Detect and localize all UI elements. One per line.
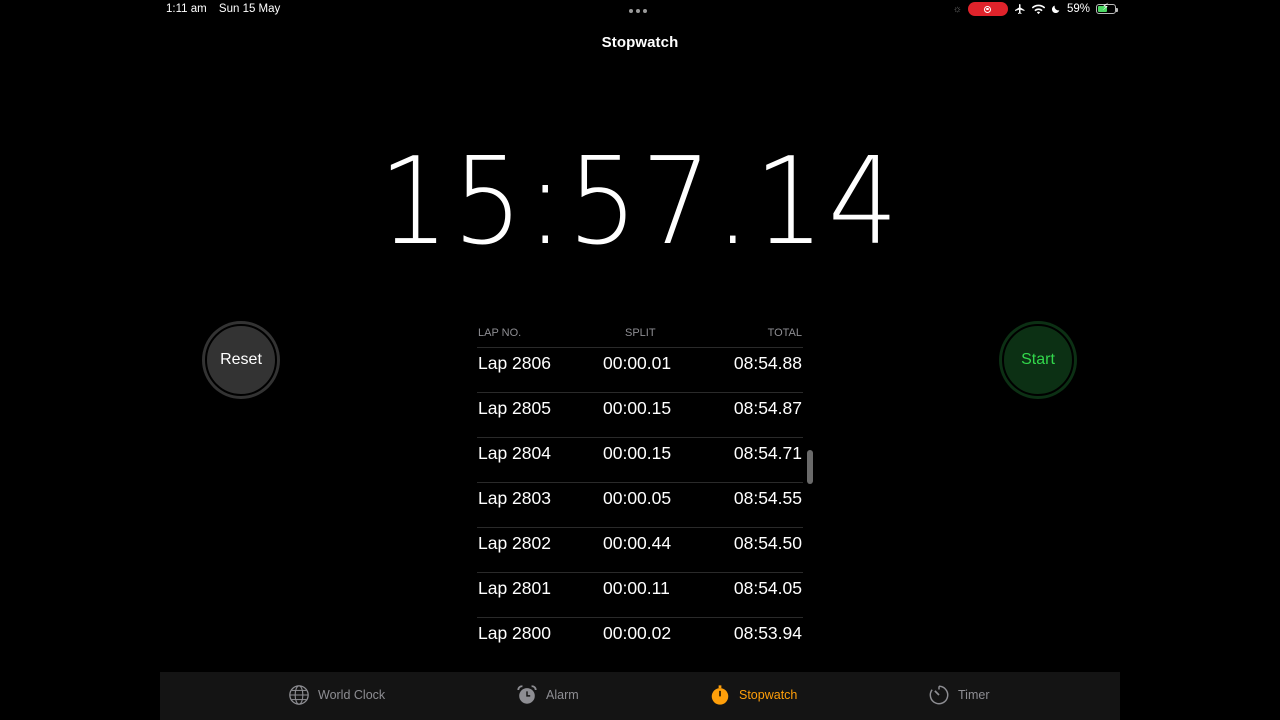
timer-icon: [929, 685, 949, 705]
lap-split: 00:00.44: [603, 533, 672, 553]
alarm-icon: [517, 685, 537, 704]
lap-total: 08:54.88: [733, 353, 802, 373]
lap-number: Lap 2804: [478, 443, 551, 463]
dot-icon: [636, 9, 640, 13]
battery-icon: ⚡: [1096, 2, 1118, 14]
table-row: Lap 2805 00:00.15 08:54.87: [477, 392, 803, 437]
tab-stopwatch[interactable]: Stopwatch: [709, 684, 797, 706]
dot-icon: [643, 9, 647, 13]
status-bar-left: 1:11 am Sun 15 May: [166, 3, 289, 15]
brightness-icon: ☼: [952, 3, 962, 15]
lap-number: Lap 2801: [478, 578, 551, 598]
lap-total: 08:54.71: [733, 443, 802, 463]
clock-app-screen: 1:11 am Sun 15 May ☼ 59% ⚡ Stopwatch 15:…: [160, 0, 1120, 720]
header-total: TOTAL: [767, 327, 802, 339]
table-row: Lap 2802 00:00.44 08:54.50: [477, 527, 803, 572]
tab-bar: World Clock Alarm Stopwatch Timer: [160, 672, 1120, 720]
tab-label: World Clock: [318, 688, 386, 702]
tab-world-clock[interactable]: World Clock: [288, 684, 385, 706]
lap-split: 00:00.05: [603, 488, 672, 508]
lap-total: 08:53.94: [733, 623, 802, 643]
lap-number: Lap 2803: [478, 488, 551, 508]
lap-list[interactable]: Lap 2806 00:00.01 08:54.88 Lap 2805 00:0…: [477, 347, 803, 672]
lap-split: 00:00.15: [603, 398, 672, 418]
globe-icon: [289, 685, 309, 705]
lap-total: 08:54.87: [733, 398, 802, 418]
table-row: Lap 2801 00:00.11 08:54.05: [477, 572, 803, 617]
status-bar-right: ☼ 59% ⚡: [952, 2, 1118, 16]
stopwatch-time-value: 15:57.14: [378, 133, 902, 272]
stopwatch-icon: [711, 685, 729, 705]
dot-icon: [629, 9, 633, 13]
page-title: Stopwatch: [601, 34, 679, 51]
table-row: Lap 2800 00:00.02 08:53.94: [477, 617, 803, 662]
lap-number: Lap 2802: [478, 533, 551, 553]
lap-total: 08:54.05: [733, 578, 802, 598]
stopwatch-time-display: 15:57.14: [160, 128, 1120, 278]
lap-number: Lap 2800: [478, 623, 551, 643]
header-split: SPLIT: [625, 327, 656, 339]
record-icon: [984, 5, 992, 13]
lap-number: Lap 2806: [478, 353, 551, 373]
tab-label: Timer: [958, 688, 990, 702]
wifi-icon: [1031, 4, 1045, 14]
table-row: Lap 2806 00:00.01 08:54.88: [477, 347, 803, 392]
lap-total: 08:54.55: [733, 488, 802, 508]
screen-recording-indicator[interactable]: [967, 2, 1008, 16]
battery-percent: 59%: [1066, 3, 1090, 15]
tab-timer[interactable]: Timer: [928, 684, 989, 706]
lap-split: 00:00.01: [603, 353, 672, 373]
start-button-label: Start: [1021, 351, 1055, 368]
tab-label: Stopwatch: [739, 688, 798, 702]
airplane-icon: [1014, 4, 1025, 14]
start-button[interactable]: Start: [999, 321, 1077, 399]
header-lap-no: LAP NO.: [478, 327, 522, 339]
scrollbar[interactable]: [807, 450, 813, 484]
reset-button-label: Reset: [220, 351, 262, 368]
charging-bolt-icon: ⚡: [1102, 2, 1110, 13]
lap-total: 08:54.50: [733, 533, 802, 553]
table-row: Lap 2803 00:00.05 08:54.55: [477, 482, 803, 527]
tab-label: Alarm: [546, 688, 579, 702]
multitasking-menu[interactable]: [629, 9, 647, 13]
lap-number: Lap 2805: [478, 398, 551, 418]
table-row: Lap 2804 00:00.15 08:54.71: [477, 437, 803, 482]
status-date: Sun 15 May: [218, 3, 281, 15]
lap-split: 00:00.02: [603, 623, 672, 643]
status-time: 1:11 am: [166, 3, 207, 15]
reset-button[interactable]: Reset: [202, 321, 280, 399]
moon-icon: [1051, 5, 1060, 14]
lap-split: 00:00.15: [603, 443, 672, 463]
tab-alarm[interactable]: Alarm: [516, 684, 579, 706]
lap-split: 00:00.11: [603, 578, 670, 598]
